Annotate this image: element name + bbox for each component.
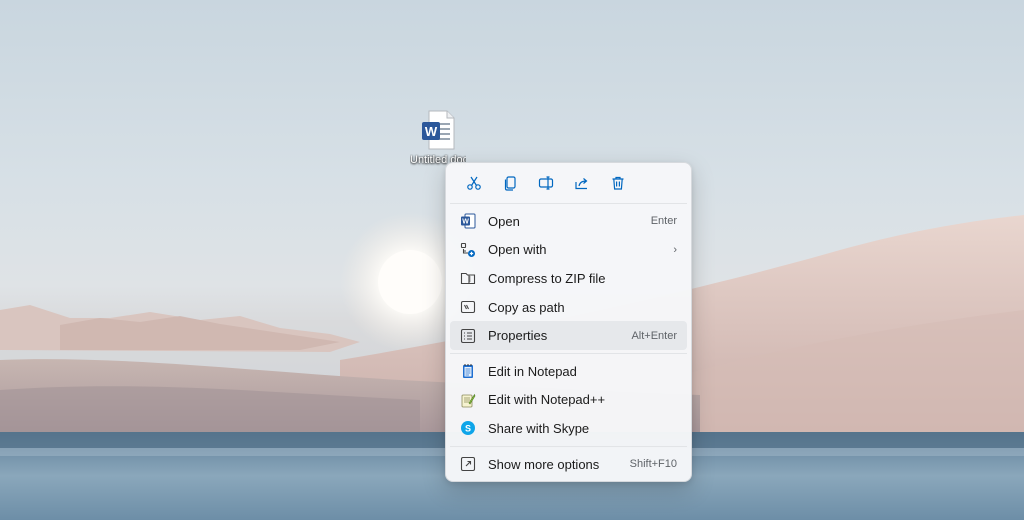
zip-folder-icon — [460, 270, 476, 286]
desktop-file-icon[interactable]: W Untitled document — [410, 110, 466, 167]
menu-item-label: Open with — [488, 242, 547, 258]
desktop[interactable]: W Untitled document — [0, 0, 1024, 520]
menu-item-edit-notepad-plus-plus[interactable]: Edit with Notepad++ — [450, 386, 687, 415]
shortcut-label: Enter — [650, 215, 677, 228]
menu-item-label: Compress to ZIP file — [488, 270, 606, 286]
rename-icon — [538, 176, 554, 190]
properties-icon — [460, 328, 476, 344]
copy-icon — [504, 176, 516, 191]
chevron-right-icon: › — [673, 243, 677, 256]
menu-item-show-more-options[interactable]: Show more options Shift+F10 — [450, 450, 687, 479]
notepad-plus-plus-icon — [460, 392, 476, 408]
copy-path-icon — [460, 299, 476, 315]
menu-item-compress-zip[interactable]: Compress to ZIP file — [450, 264, 687, 293]
word-document-icon: W — [421, 110, 455, 150]
menu-item-open[interactable]: W Open Enter — [450, 207, 687, 236]
menu-group-apps: Edit in Notepad Edit with Notepad++ S Sh… — [446, 354, 691, 446]
context-menu[interactable]: W Open Enter Open with › Compress to ZIP… — [445, 162, 692, 482]
menu-group-primary: W Open Enter Open with › Compress to ZIP… — [446, 204, 691, 353]
open-with-icon — [460, 242, 476, 258]
menu-item-edit-notepad[interactable]: Edit in Notepad — [450, 357, 687, 386]
menu-group-more: Show more options Shift+F10 — [446, 447, 691, 482]
shortcut-label: Alt+Enter — [631, 329, 677, 342]
cut-icon — [467, 176, 481, 190]
menu-item-label: Edit with Notepad++ — [488, 392, 606, 408]
menu-item-copy-as-path[interactable]: Copy as path — [450, 293, 687, 322]
more-options-icon — [460, 456, 476, 472]
word-icon: W — [460, 213, 476, 229]
menu-item-properties[interactable]: Properties Alt+Enter — [450, 321, 687, 350]
menu-item-share-skype[interactable]: S Share with Skype — [450, 414, 687, 443]
delete-button[interactable] — [600, 167, 636, 199]
menu-item-label: Edit in Notepad — [488, 363, 577, 379]
svg-text:W: W — [462, 219, 469, 226]
sun — [378, 250, 442, 314]
menu-item-label: Open — [488, 213, 520, 229]
menu-item-open-with[interactable]: Open with › — [450, 236, 687, 265]
notepad-icon — [460, 363, 476, 379]
quick-actions-bar — [446, 163, 691, 203]
copy-button[interactable] — [492, 167, 528, 199]
svg-text:S: S — [465, 424, 471, 434]
skype-icon: S — [460, 420, 476, 436]
svg-text:W: W — [425, 124, 438, 139]
menu-item-label: Properties — [488, 328, 548, 344]
shortcut-label: Shift+F10 — [629, 458, 677, 471]
menu-item-label: Show more options — [488, 456, 600, 472]
rename-button[interactable] — [528, 167, 564, 199]
menu-item-label: Share with Skype — [488, 420, 590, 436]
share-icon — [575, 178, 588, 190]
cut-button[interactable] — [456, 167, 492, 199]
delete-icon — [612, 176, 624, 190]
menu-item-label: Copy as path — [488, 299, 565, 315]
share-button[interactable] — [564, 167, 600, 199]
